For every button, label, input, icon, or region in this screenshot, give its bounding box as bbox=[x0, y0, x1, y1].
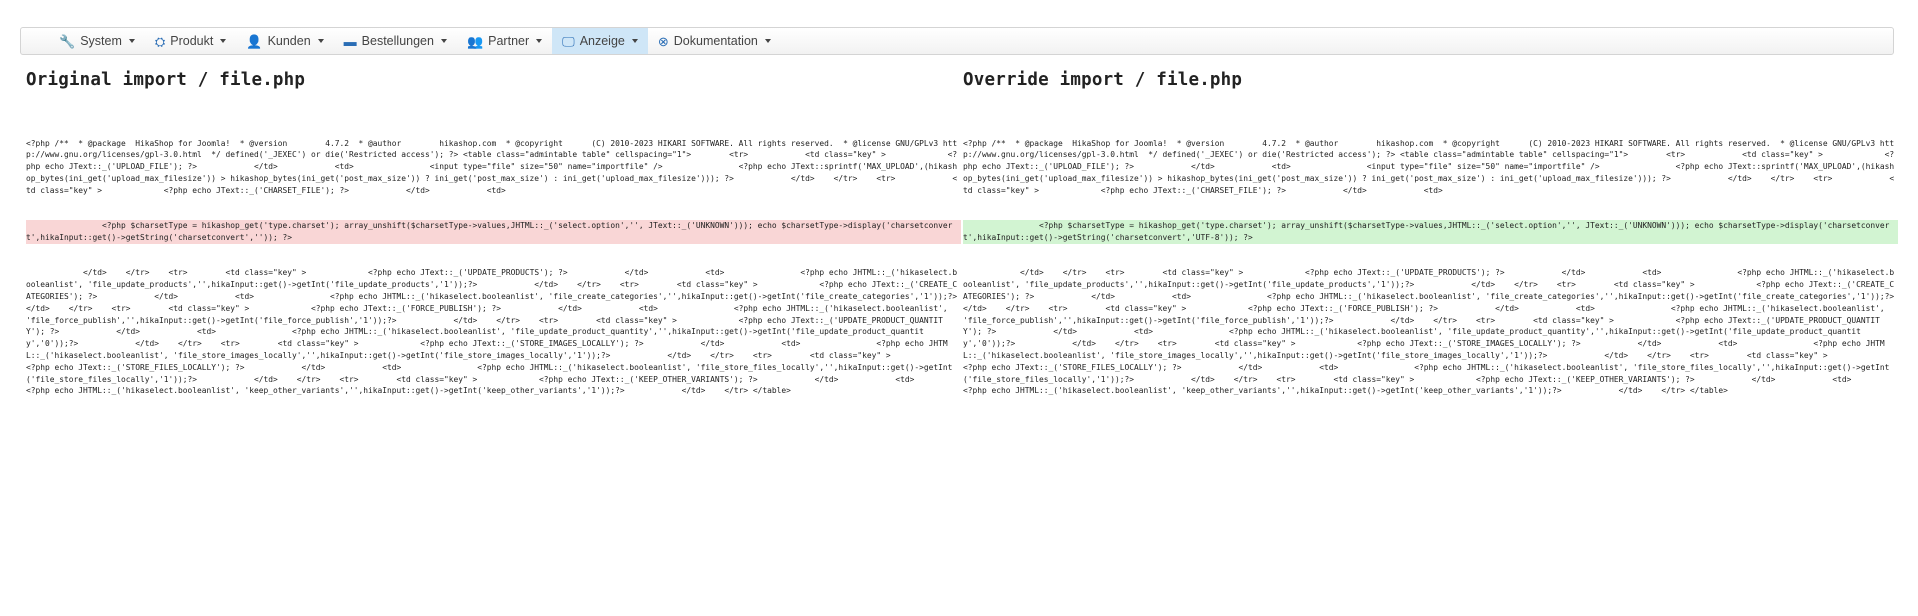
caret-down-icon bbox=[536, 39, 543, 43]
nav-system-label: System bbox=[80, 34, 122, 48]
caret-down-icon bbox=[631, 39, 638, 43]
nav-partner[interactable]: 👥 Partner bbox=[457, 28, 552, 54]
original-code-before: <?php /** * @package HikaShop for Joomla… bbox=[26, 138, 958, 195]
caret-down-icon bbox=[440, 39, 447, 43]
cubes-icon: ⛭ bbox=[154, 33, 166, 49]
original-panel: Original import / file.php <?php /** * @… bbox=[26, 70, 961, 421]
main-navbar: 🔧 System ⛭ Produkt 👤 Kunden ▬ Bestellung… bbox=[20, 27, 1894, 55]
override-code-after: </td> </tr> <tr> <td class="key" > <?php… bbox=[963, 268, 1895, 396]
caret-down-icon bbox=[128, 39, 135, 43]
caret-down-icon bbox=[220, 39, 227, 43]
wrench-icon: 🔧 bbox=[59, 33, 76, 49]
override-title: Override import / file.php bbox=[963, 70, 1243, 90]
nav-bestellungen[interactable]: ▬ Bestellungen bbox=[334, 28, 457, 54]
override-code-before: <?php /** * @package HikaShop for Joomla… bbox=[963, 138, 1895, 195]
override-panel: Override import / file.php <?php /** * @… bbox=[963, 70, 1898, 421]
override-code: <?php /** * @package HikaShop for Joomla… bbox=[963, 114, 1898, 421]
nav-dokumentation[interactable]: ⊗ Dokumentation bbox=[648, 28, 781, 54]
user-icon: 👤 bbox=[246, 33, 263, 49]
credit-card-icon: ▬ bbox=[343, 33, 357, 49]
original-code-after: </td> </tr> <tr> <td class="key" > <?php… bbox=[26, 268, 1015, 396]
nav-anzeige-label: Anzeige bbox=[579, 34, 625, 48]
nav-produkt-label: Produkt bbox=[170, 34, 214, 48]
nav-anzeige[interactable]: 🖵 Anzeige bbox=[552, 28, 648, 54]
life-ring-icon: ⊗ bbox=[657, 33, 669, 49]
nav-produkt[interactable]: ⛭ Produkt bbox=[145, 28, 237, 54]
nav-kunden-label: Kunden bbox=[267, 34, 311, 48]
nav-kunden[interactable]: 👤 Kunden bbox=[236, 28, 333, 54]
monitor-icon: 🖵 bbox=[562, 33, 575, 49]
original-title: Original import / file.php bbox=[26, 70, 306, 90]
original-code-changed: <?php $charsetType = hikashop_get('type.… bbox=[26, 220, 961, 244]
nav-bestellungen-label: Bestellungen bbox=[361, 34, 434, 48]
original-code: <?php /** * @package HikaShop for Joomla… bbox=[26, 114, 961, 421]
override-code-changed: <?php $charsetType = hikashop_get('type.… bbox=[963, 220, 1898, 244]
nav-partner-label: Partner bbox=[488, 34, 530, 48]
nav-dokumentation-label: Dokumentation bbox=[673, 34, 758, 48]
nav-system[interactable]: 🔧 System bbox=[49, 28, 145, 54]
caret-down-icon bbox=[317, 39, 324, 43]
caret-down-icon bbox=[764, 39, 771, 43]
users-icon: 👥 bbox=[466, 33, 484, 49]
